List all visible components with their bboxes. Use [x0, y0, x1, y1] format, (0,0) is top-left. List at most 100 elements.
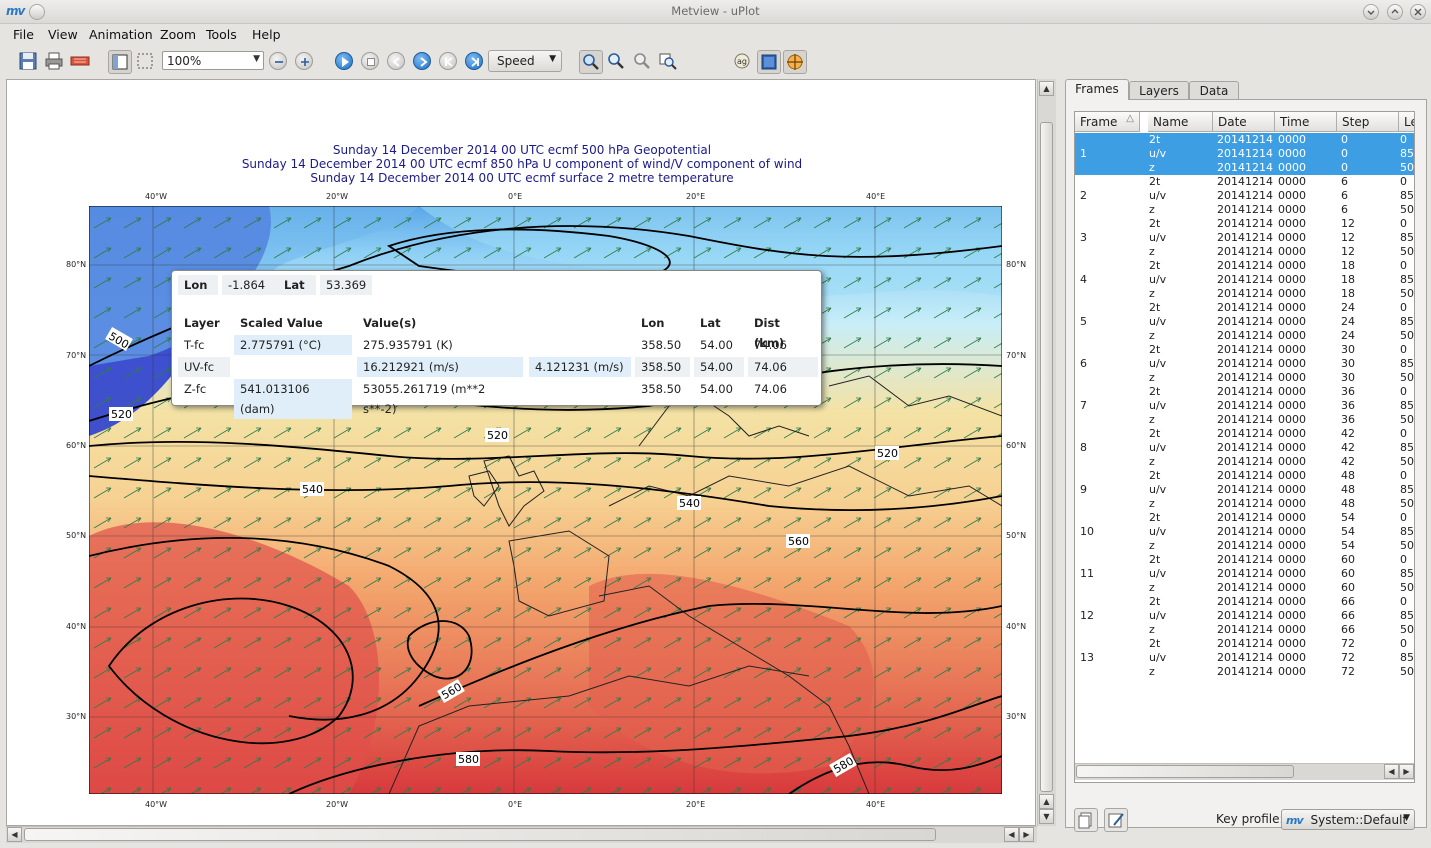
lat-label-right: 40°N	[1006, 622, 1027, 631]
scrollbar-thumb[interactable]	[24, 828, 936, 841]
menu-tools[interactable]: Tools	[206, 27, 237, 42]
cursor-data-icon[interactable]	[783, 50, 807, 74]
table-row[interactable]: z 20141214 0000 0 50	[1075, 161, 1414, 175]
table-row[interactable]: 2t 20141214 0000 48 0	[1075, 469, 1414, 483]
menu-zoom[interactable]: Zoom	[160, 27, 196, 42]
table-row[interactable]: z 20141214 0000 30 50	[1075, 371, 1414, 385]
table-row[interactable]: 2t 20141214 0000 60 0	[1075, 553, 1414, 567]
col-step[interactable]: Step	[1337, 112, 1399, 132]
scroll-right-icon[interactable]: ▶	[1399, 764, 1414, 779]
first-frame-icon[interactable]	[439, 52, 457, 70]
key-profile-select[interactable]: mv System::Default ▼	[1281, 809, 1415, 830]
table-row[interactable]: z 20141214 0000 24 50	[1075, 329, 1414, 343]
scroll-up-icon[interactable]: ▲	[1039, 81, 1054, 96]
scrollbar-thumb[interactable]	[1076, 765, 1294, 778]
table-row[interactable]: z 20141214 0000 42 50	[1075, 455, 1414, 469]
menu-help[interactable]: Help	[252, 27, 281, 42]
table-row[interactable]: z 20141214 0000 36 50	[1075, 413, 1414, 427]
table-row[interactable]: z 20141214 0000 72 50	[1075, 665, 1414, 679]
table-row[interactable]: 2t 20141214 0000 0 0	[1075, 133, 1414, 147]
zoom-out-icon[interactable]	[269, 52, 287, 70]
minimize-icon[interactable]	[1363, 4, 1379, 20]
table-row[interactable]: 11 u/v 20141214 0000 60 85	[1075, 567, 1414, 581]
table-row[interactable]: 13 u/v 20141214 0000 72 85	[1075, 651, 1414, 665]
tab-layers[interactable]: Layers	[1129, 81, 1189, 99]
table-row[interactable]: 2 u/v 20141214 0000 6 85	[1075, 189, 1414, 203]
table-horizontal-scrollbar[interactable]: ◀ ▶	[1075, 763, 1414, 780]
col-level[interactable]: Le	[1399, 112, 1414, 132]
last-frame-icon[interactable]	[465, 52, 483, 70]
table-row[interactable]: 2t 20141214 0000 6 0	[1075, 175, 1414, 189]
magnifier-icon[interactable]	[579, 50, 603, 74]
maximize-icon[interactable]	[1387, 4, 1403, 20]
scroll-left-icon[interactable]: ◀	[1384, 764, 1399, 779]
zoom-stack-icon[interactable]	[657, 50, 679, 72]
stop-icon[interactable]	[361, 52, 379, 70]
table-row[interactable]: 2t 20141214 0000 36 0	[1075, 385, 1414, 399]
table-row[interactable]: 10 u/v 20141214 0000 54 85	[1075, 525, 1414, 539]
table-row[interactable]: 6 u/v 20141214 0000 30 85	[1075, 357, 1414, 371]
table-row[interactable]: 2t 20141214 0000 66 0	[1075, 595, 1414, 609]
table-row[interactable]: 2t 20141214 0000 30 0	[1075, 343, 1414, 357]
table-row[interactable]: 7 u/v 20141214 0000 36 85	[1075, 399, 1414, 413]
table-row[interactable]: z 20141214 0000 60 50	[1075, 581, 1414, 595]
plot-horizontal-scrollbar[interactable]: ◀ ◀ ▶	[6, 826, 1037, 843]
step-forward-icon[interactable]	[413, 52, 431, 70]
menu-view[interactable]: View	[48, 27, 78, 42]
cell-frame: 13	[1080, 651, 1094, 664]
table-row[interactable]: z 20141214 0000 54 50	[1075, 539, 1414, 553]
table-row[interactable]: 2t 20141214 0000 72 0	[1075, 637, 1414, 651]
edit-frame-icon[interactable]	[1104, 808, 1128, 832]
table-row[interactable]: 2t 20141214 0000 12 0	[1075, 217, 1414, 231]
col-name[interactable]: Name	[1148, 112, 1213, 132]
table-row[interactable]: 3 u/v 20141214 0000 12 85	[1075, 231, 1414, 245]
save-icon[interactable]	[17, 50, 39, 72]
play-icon[interactable]	[335, 52, 353, 70]
table-row[interactable]: z 20141214 0000 66 50	[1075, 623, 1414, 637]
zoom-reset-icon[interactable]	[631, 50, 653, 72]
scroll-down-icon[interactable]: ▼	[1039, 809, 1054, 824]
speed-dropdown[interactable]: Speed ▼	[488, 50, 562, 72]
tab-data[interactable]: Data	[1189, 81, 1239, 99]
plot-vertical-scrollbar[interactable]: ▲ ▲ ▼	[1037, 79, 1056, 826]
print-icon[interactable]	[43, 50, 65, 72]
table-row[interactable]: z 20141214 0000 18 50	[1075, 287, 1414, 301]
scroll-right-icon[interactable]: ▶	[1019, 827, 1034, 842]
magnifying-glass-tool-icon[interactable]: ag	[731, 50, 753, 72]
table-row[interactable]: z 20141214 0000 48 50	[1075, 497, 1414, 511]
table-row[interactable]: z 20141214 0000 6 50	[1075, 203, 1414, 217]
zoom-area-icon[interactable]	[605, 50, 627, 72]
table-row[interactable]: 8 u/v 20141214 0000 42 85	[1075, 441, 1414, 455]
select-area-icon[interactable]	[134, 50, 156, 72]
scroll-left-icon[interactable]: ◀	[1004, 827, 1019, 842]
col-time[interactable]: Time	[1275, 112, 1337, 132]
menu-animation[interactable]: Animation	[89, 27, 153, 42]
copy-frame-icon[interactable]	[1074, 808, 1098, 832]
step-back-icon[interactable]	[387, 52, 405, 70]
export-icon[interactable]	[69, 50, 91, 72]
table-row[interactable]: 4 u/v 20141214 0000 18 85	[1075, 273, 1414, 287]
col-date[interactable]: Date	[1213, 112, 1275, 132]
table-row[interactable]: 12 u/v 20141214 0000 66 85	[1075, 609, 1414, 623]
col-frame[interactable]: Frame △	[1075, 112, 1140, 132]
data-probe-icon[interactable]	[757, 50, 781, 74]
table-row[interactable]: 1 u/v 20141214 0000 0 85	[1075, 147, 1414, 161]
close-icon[interactable]	[1410, 4, 1426, 20]
zoom-level-select[interactable]: 100% ▼	[162, 51, 264, 70]
table-row[interactable]: 5 u/v 20141214 0000 24 85	[1075, 315, 1414, 329]
menu-file[interactable]: File	[13, 27, 34, 42]
frames-table[interactable]: Frame △ Name Date Time Step Le 2t 20141214…	[1074, 111, 1415, 783]
table-row[interactable]: 2t 20141214 0000 54 0	[1075, 511, 1414, 525]
table-row[interactable]: 2t 20141214 0000 18 0	[1075, 259, 1414, 273]
table-row[interactable]: 2t 20141214 0000 24 0	[1075, 301, 1414, 315]
table-row[interactable]: z 20141214 0000 12 50	[1075, 245, 1414, 259]
scrollbar-thumb[interactable]	[1040, 122, 1053, 792]
table-row[interactable]: 9 u/v 20141214 0000 48 85	[1075, 483, 1414, 497]
frame-view-icon[interactable]	[108, 50, 132, 74]
scroll-left-icon[interactable]: ◀	[7, 827, 22, 842]
cell-name: u/v	[1149, 357, 1167, 370]
table-row[interactable]: 2t 20141214 0000 42 0	[1075, 427, 1414, 441]
zoom-in-icon[interactable]	[295, 52, 313, 70]
tab-frames[interactable]: Frames	[1065, 79, 1129, 100]
scroll-up-icon[interactable]: ▲	[1039, 794, 1054, 809]
